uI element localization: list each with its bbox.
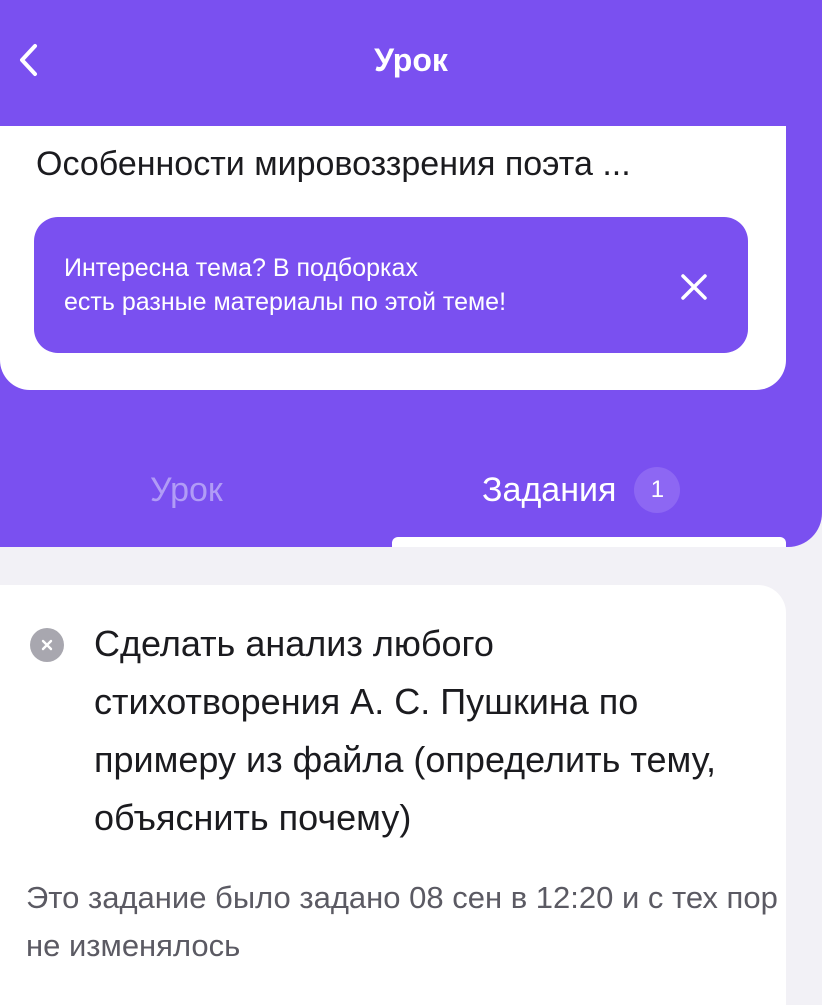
active-tab-indicator [392, 537, 786, 547]
tasks-count-badge: 1 [634, 467, 681, 513]
banner-text: Интересна тема? В подборках есть разные … [64, 254, 507, 316]
banner-close-button[interactable] [674, 267, 714, 307]
lesson-title: Особенности мировоззрения поэта ... [36, 145, 631, 183]
topic-banner[interactable]: Интересна тема? В подборках есть разные … [34, 217, 748, 353]
tab-lesson[interactable]: Урок [150, 466, 223, 514]
close-icon [681, 274, 707, 300]
tab-tasks-label: Задания [482, 471, 617, 509]
tab-tasks[interactable]: Задания 1 [482, 466, 681, 514]
task-meta: Это задание было задано 08 сен в 12:20 и… [26, 880, 778, 963]
close-circle-icon [30, 628, 64, 662]
task-description: Сделать анализ любого стихотворения А. С… [94, 623, 717, 838]
page-title: Урок [374, 42, 448, 78]
